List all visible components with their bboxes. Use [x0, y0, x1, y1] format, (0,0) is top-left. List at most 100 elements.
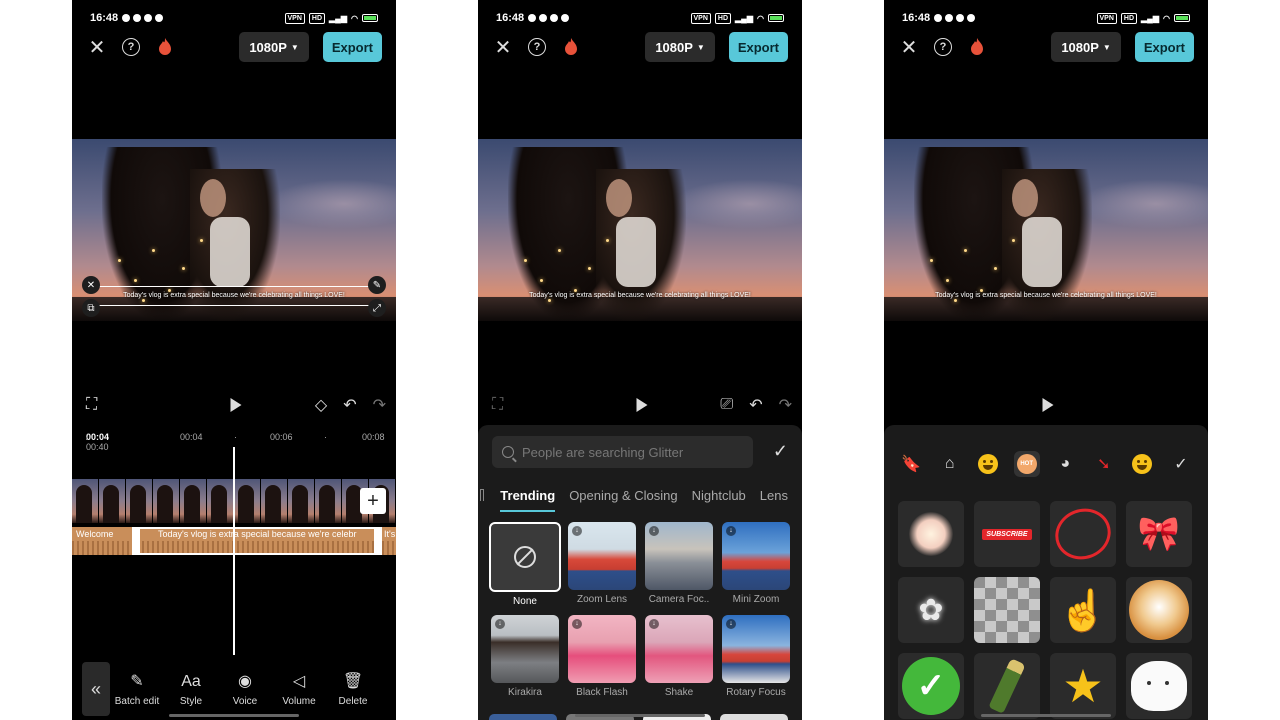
- effect-thumb-partial: [720, 714, 788, 720]
- sticker-green-check[interactable]: ✓: [898, 653, 964, 719]
- sticker-tabs: 🔖 ⌂ HOT ◕ ➘ ✓: [898, 451, 1194, 477]
- sticker-gold-star[interactable]: ★: [1050, 653, 1116, 719]
- apply-on-icon[interactable]: ⎚: [720, 396, 733, 414]
- bookmark-icon[interactable]: [480, 489, 485, 501]
- confirm-check-icon[interactable]: ✓: [773, 441, 788, 462]
- keyframe-icon[interactable]: ◇: [315, 395, 327, 415]
- grin-emoji-icon[interactable]: [975, 451, 1001, 477]
- redo-icon[interactable]: ↷: [373, 395, 386, 415]
- effect-camera-focus[interactable]: ↓ Camera Foc..: [643, 522, 715, 607]
- playback-controls: ⛶ ⎚ ↶ ↷: [492, 393, 792, 417]
- tab-lens[interactable]: Lens: [760, 488, 788, 503]
- video-preview[interactable]: Today's vlog is extra special because we…: [478, 139, 802, 321]
- effect-black-flash[interactable]: ↓ Black Flash: [566, 615, 638, 698]
- new-icon[interactable]: ◕: [1052, 451, 1078, 477]
- video-caption[interactable]: Today's vlog is extra special because we…: [72, 292, 396, 299]
- text-clip-selected-label: Today's vlog is extra special because we…: [158, 529, 357, 539]
- resolution-dropdown[interactable]: 1080P ▼: [645, 32, 715, 62]
- help-icon[interactable]: ?: [528, 38, 546, 56]
- close-icon[interactable]: ✕: [86, 36, 108, 59]
- stickers-sheet: 🔖 ⌂ HOT ◕ ➘ ✓ SUBSCRIBE 🎀 ✿ ☝ ✓ ★: [884, 425, 1208, 720]
- close-icon[interactable]: ✕: [492, 36, 514, 59]
- fire-icon[interactable]: [970, 38, 984, 56]
- edit-text-icon[interactable]: ✎: [368, 276, 386, 294]
- status-notification-icons: [528, 14, 570, 22]
- effect-none[interactable]: None: [489, 522, 561, 607]
- volume-button[interactable]: ◁ Volume: [272, 672, 326, 707]
- effect-mini-zoom[interactable]: ↓ Mini Zoom: [720, 522, 792, 607]
- status-bar: 16:48 VPN HD ▂▄▆ ◠: [496, 10, 784, 26]
- tab-nightclub[interactable]: Nightclub: [692, 488, 746, 503]
- status-notification-icons: [122, 14, 164, 22]
- tab-trending[interactable]: Trending: [500, 488, 556, 512]
- effect-zoom-lens[interactable]: ↓ Zoom Lens: [566, 522, 638, 607]
- play-icon[interactable]: [230, 398, 242, 412]
- volume-icon: ◁: [292, 672, 306, 690]
- batch-edit-icon: ✎: [130, 672, 144, 690]
- arrow-sticker-icon[interactable]: ➘: [1091, 451, 1117, 477]
- export-button[interactable]: Export: [728, 32, 788, 62]
- delete-icon: 🗑: [342, 672, 364, 690]
- batch-edit-button[interactable]: ✎ Batch edit: [110, 672, 164, 707]
- sticker-glow-heart[interactable]: [898, 501, 964, 567]
- help-icon[interactable]: ?: [122, 38, 140, 56]
- add-clip-button[interactable]: +: [360, 488, 386, 514]
- playhead[interactable]: [233, 447, 235, 655]
- vpn-icon: VPN: [690, 12, 711, 24]
- sticker-bottle[interactable]: [974, 653, 1040, 719]
- resolution-dropdown[interactable]: 1080P ▼: [239, 32, 309, 62]
- redo-icon[interactable]: ↷: [779, 395, 792, 415]
- fullscreen-icon[interactable]: ⛶: [86, 396, 97, 414]
- export-button[interactable]: Export: [322, 32, 382, 62]
- sticker-white-bow[interactable]: ✿: [898, 577, 964, 643]
- sticker-yawning-cat[interactable]: [1126, 577, 1192, 643]
- confirm-check-icon[interactable]: ✓: [1168, 451, 1194, 477]
- effect-kirakira[interactable]: ↓ Kirakira: [489, 615, 561, 698]
- style-button[interactable]: Aa Style: [164, 672, 218, 707]
- download-icon: ↓: [649, 526, 659, 536]
- delete-text-icon[interactable]: ✕: [82, 276, 100, 294]
- effect-rotary-focus[interactable]: ↓ Rotary Focus: [720, 615, 792, 698]
- sweep-icon[interactable]: ⌂: [937, 451, 963, 477]
- sticker-pointing-hand[interactable]: ☝: [1050, 577, 1116, 643]
- download-icon: ↓: [649, 619, 659, 629]
- fire-icon[interactable]: [564, 38, 578, 56]
- export-button[interactable]: Export: [1134, 32, 1194, 62]
- vpn-icon: VPN: [1096, 12, 1117, 24]
- undo-icon[interactable]: ↶: [343, 395, 356, 415]
- video-preview[interactable]: Today's vlog is extra special because we…: [884, 139, 1208, 321]
- resolution-dropdown[interactable]: 1080P ▼: [1051, 32, 1121, 62]
- play-icon[interactable]: [1042, 398, 1054, 412]
- copy-text-icon[interactable]: ⧉: [82, 299, 100, 317]
- download-icon: ↓: [572, 526, 582, 536]
- close-icon[interactable]: ✕: [898, 36, 920, 59]
- hot-icon[interactable]: HOT: [1013, 451, 1040, 477]
- play-icon[interactable]: [636, 398, 648, 412]
- effects-search-input[interactable]: People are searching Glitter: [492, 436, 753, 468]
- status-bar: 16:48 VPN HD ▂▄▆ ◠: [90, 10, 378, 26]
- fire-icon[interactable]: [158, 38, 172, 56]
- download-icon: ↓: [495, 619, 505, 629]
- sticker-pink-bow[interactable]: 🎀: [1126, 501, 1192, 567]
- help-icon[interactable]: ?: [934, 38, 952, 56]
- effect-shake[interactable]: ↓ Shake: [643, 615, 715, 698]
- download-icon: ↓: [726, 619, 736, 629]
- voice-button[interactable]: ◉ Voice: [218, 672, 272, 707]
- video-preview[interactable]: Today's vlog is extra special because we…: [72, 139, 396, 321]
- sticker-pixel-mosaic[interactable]: [974, 577, 1040, 643]
- resize-text-icon[interactable]: ⤢: [368, 299, 386, 317]
- home-indicator: [169, 714, 299, 717]
- sticker-red-circle[interactable]: [1050, 501, 1116, 567]
- sticker-white-cat[interactable]: [1126, 653, 1192, 719]
- sticker-subscribe[interactable]: SUBSCRIBE: [974, 501, 1040, 567]
- text-clip[interactable]: Welcome: [76, 529, 113, 539]
- bookmark-icon[interactable]: 🔖: [898, 451, 924, 477]
- delete-button[interactable]: 🗑 Delete: [326, 672, 380, 707]
- search-icon: [502, 446, 514, 458]
- text-clip[interactable]: It's: [384, 529, 395, 539]
- tongue-emoji-icon[interactable]: [1129, 451, 1155, 477]
- collapse-icon[interactable]: «: [82, 662, 110, 716]
- fullscreen-icon[interactable]: ⛶: [492, 396, 503, 414]
- undo-icon[interactable]: ↶: [749, 395, 762, 415]
- tab-opening-closing[interactable]: Opening & Closing: [569, 488, 677, 503]
